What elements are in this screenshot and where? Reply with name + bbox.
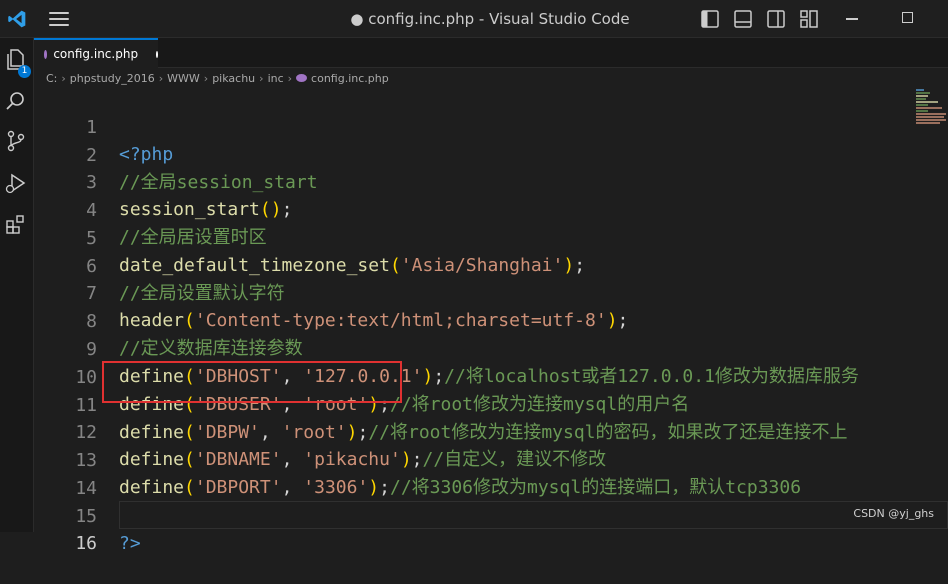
- activity-bar: 1: [0, 38, 34, 532]
- minimap[interactable]: [914, 87, 948, 127]
- minimap-line: [916, 92, 930, 94]
- code-line[interactable]: 2 //全局session_start: [34, 115, 948, 193]
- chevron-right-icon: ›: [61, 71, 66, 85]
- php-file-icon: [44, 49, 48, 59]
- window-title: ● config.inc.php - Visual Studio Code [A…: [350, 10, 630, 66]
- minimap-line: [916, 113, 946, 115]
- watermark: CSDN @yj_ghs: [853, 507, 934, 520]
- explorer-icon[interactable]: 1: [3, 46, 31, 78]
- code-line[interactable]: 6 //全局设置默认字符: [34, 226, 948, 304]
- toggle-secondary-sidebar-icon[interactable]: [766, 9, 786, 29]
- breadcrumb-item[interactable]: phpstudy_2016: [70, 72, 155, 85]
- minimap-line: [916, 104, 928, 106]
- code-line[interactable]: 1 <?php: [34, 87, 948, 165]
- code-editor[interactable]: 1 <?php 2 //全局session_start 3 session_st…: [34, 87, 948, 554]
- code-line[interactable]: 4 //全局居设置时区: [34, 170, 948, 248]
- code-line[interactable]: 13 define('DBPORT', '3306');//将3306修改为my…: [34, 420, 948, 498]
- tab-config-inc-php[interactable]: config.inc.php: [34, 38, 158, 68]
- code-line[interactable]: 15 ?>: [34, 476, 948, 554]
- title-bar: ● config.inc.php - Visual Studio Code [A…: [0, 0, 948, 66]
- minimap-line: [916, 101, 938, 103]
- minimap-line: [916, 107, 942, 109]
- search-icon[interactable]: [3, 88, 29, 114]
- minimap-line: [916, 110, 928, 112]
- minimap-line: [916, 122, 940, 124]
- minimap-line: [916, 119, 946, 121]
- menu-icon[interactable]: [46, 10, 72, 28]
- minimap-line: [916, 95, 928, 97]
- code-line[interactable]: 5 date_default_timezone_set('Asia/Shangh…: [34, 198, 948, 276]
- code-line[interactable]: 8 //定义数据库连接参数: [34, 281, 948, 359]
- breadcrumb-item[interactable]: WWW: [167, 72, 200, 85]
- tab-label: config.inc.php: [53, 47, 139, 61]
- minimize-button[interactable]: [846, 18, 858, 20]
- breadcrumb-item[interactable]: C:: [46, 72, 57, 85]
- minimap-line: [916, 98, 926, 100]
- toggle-primary-sidebar-icon[interactable]: [700, 9, 720, 29]
- chevron-right-icon: ›: [259, 71, 264, 85]
- code-line[interactable]: 3 session_start();: [34, 142, 948, 220]
- breadcrumb-item[interactable]: config.inc.php: [311, 72, 389, 85]
- source-control-icon[interactable]: [3, 128, 29, 154]
- maximize-button[interactable]: [902, 12, 913, 23]
- php-close-tag: ?>: [119, 533, 141, 554]
- minimap-line: [916, 89, 924, 91]
- extensions-icon[interactable]: [3, 212, 29, 238]
- breadcrumb-item[interactable]: inc: [268, 72, 284, 85]
- php-file-icon: [296, 74, 308, 82]
- line-number: 16: [75, 533, 97, 554]
- breadcrumb-item[interactable]: pikachu: [212, 72, 255, 85]
- unsaved-indicator-icon[interactable]: [156, 50, 158, 58]
- vscode-logo-icon: [0, 0, 34, 38]
- code-line[interactable]: 10 define('DBUSER', 'root');//将root修改为连接…: [34, 337, 948, 415]
- chevron-right-icon: ›: [203, 71, 209, 85]
- layout-controls: [700, 9, 819, 29]
- explorer-badge: 1: [18, 65, 31, 78]
- toggle-panel-icon[interactable]: [733, 9, 753, 29]
- code-line[interactable]: 16: [34, 503, 948, 554]
- breadcrumb: C: › phpstudy_2016 › WWW › pikachu › inc…: [46, 69, 389, 87]
- customize-layout-icon[interactable]: [799, 9, 819, 29]
- annotation-highlight-box: [102, 361, 402, 403]
- code-line[interactable]: 14: [34, 448, 948, 499]
- tab-bar: config.inc.php: [34, 38, 948, 68]
- minimap-line: [916, 116, 944, 118]
- chevron-right-icon: ›: [287, 71, 293, 85]
- chevron-right-icon: ›: [158, 71, 164, 85]
- run-debug-icon[interactable]: [3, 170, 29, 196]
- code-line[interactable]: 7 header('Content-type:text/html;charset…: [34, 253, 948, 331]
- code-line[interactable]: 9 define('DBHOST', '127.0.0.1');//将local…: [34, 309, 948, 387]
